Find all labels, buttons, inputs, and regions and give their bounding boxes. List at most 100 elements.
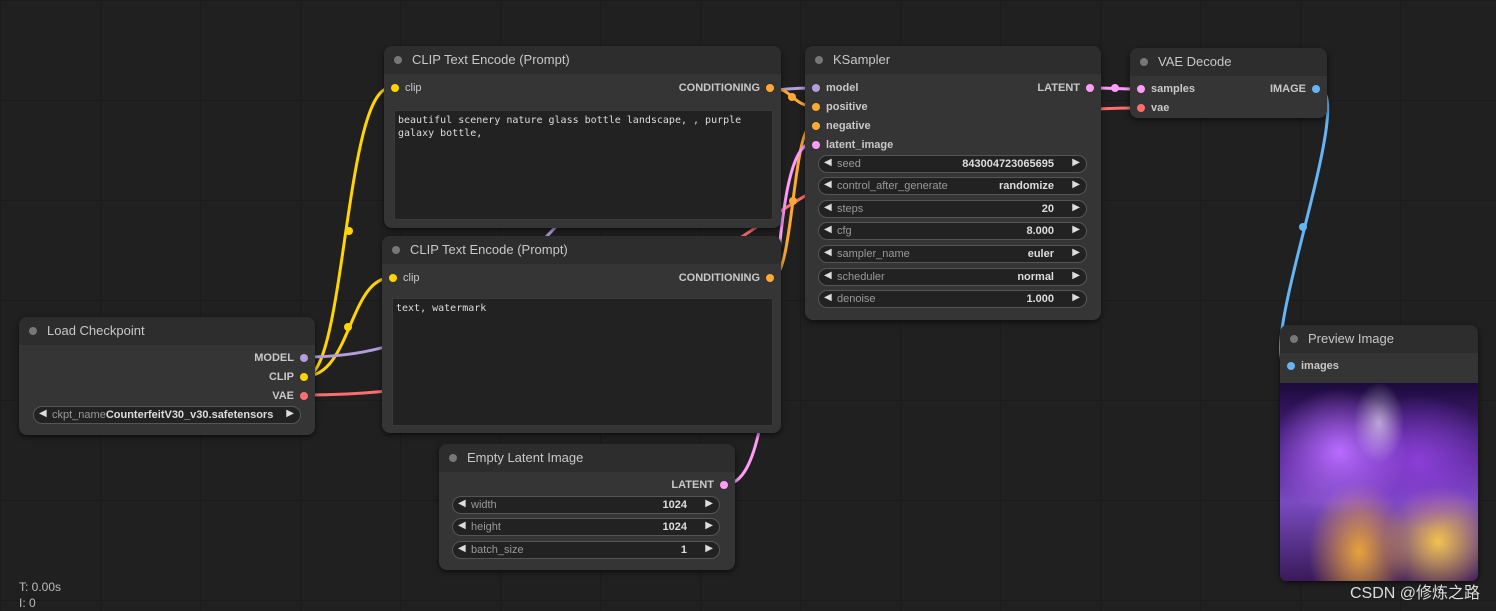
output-slot-latent[interactable]: LATENT xyxy=(671,476,728,494)
input-slot-clip[interactable]: clip xyxy=(389,269,420,287)
widget-ckpt-name[interactable]: ◀ ckpt_nameCounterfeitV30_v30.safetensor… xyxy=(33,406,301,424)
clip-text-encode-positive-node[interactable]: CLIP Text Encode (Prompt) clip CONDITION… xyxy=(384,46,781,228)
increment-arrow-icon[interactable]: ▶ xyxy=(286,408,294,419)
prompt-textarea[interactable]: beautiful scenery nature glass bottle la… xyxy=(394,110,773,220)
output-pin-icon[interactable] xyxy=(300,354,308,362)
node-title[interactable]: Preview Image xyxy=(1280,325,1478,353)
preview-image-node[interactable]: Preview Image images xyxy=(1280,325,1478,581)
collapse-dot-icon[interactable] xyxy=(392,246,400,254)
input-slot-negative[interactable]: negative xyxy=(812,117,871,135)
input-pin-icon[interactable] xyxy=(812,84,820,92)
increment-arrow-icon[interactable]: ▶ xyxy=(1072,202,1080,213)
output-pin-icon[interactable] xyxy=(766,84,774,92)
collapse-dot-icon[interactable] xyxy=(394,56,402,64)
widget-label: denoise xyxy=(837,293,876,305)
clip-text-encode-negative-node[interactable]: CLIP Text Encode (Prompt) clip CONDITION… xyxy=(382,236,781,433)
input-slot-vae[interactable]: vae xyxy=(1137,99,1169,117)
increment-arrow-icon[interactable]: ▶ xyxy=(705,543,713,554)
decrement-arrow-icon[interactable]: ◀ xyxy=(824,179,832,190)
collapse-dot-icon[interactable] xyxy=(29,327,37,335)
widget-value: 8.000 xyxy=(1026,225,1054,237)
input-slot-positive[interactable]: positive xyxy=(812,98,868,116)
prompt-textarea[interactable]: text, watermark xyxy=(392,298,773,426)
node-title[interactable]: Load Checkpoint xyxy=(19,317,315,345)
decrement-arrow-icon[interactable]: ◀ xyxy=(824,247,832,258)
decrement-arrow-icon[interactable]: ◀ xyxy=(824,224,832,235)
decrement-arrow-icon[interactable]: ◀ xyxy=(39,408,47,419)
increment-arrow-icon[interactable]: ▶ xyxy=(1072,247,1080,258)
increment-arrow-icon[interactable]: ▶ xyxy=(1072,292,1080,303)
node-title[interactable]: VAE Decode xyxy=(1130,48,1327,76)
vae-decode-node[interactable]: VAE Decode samples IMAGE vae xyxy=(1130,48,1327,118)
node-title[interactable]: CLIP Text Encode (Prompt) xyxy=(382,236,781,264)
output-pin-icon[interactable] xyxy=(720,481,728,489)
output-slot-image[interactable]: IMAGE xyxy=(1270,80,1320,98)
increment-arrow-icon[interactable]: ▶ xyxy=(705,520,713,531)
node-title[interactable]: KSampler xyxy=(805,46,1101,74)
decrement-arrow-icon[interactable]: ◀ xyxy=(824,292,832,303)
increment-arrow-icon[interactable]: ▶ xyxy=(1072,179,1080,190)
ksampler-node[interactable]: KSampler model LATENT positive negative … xyxy=(805,46,1101,320)
decrement-arrow-icon[interactable]: ◀ xyxy=(824,157,832,168)
widget-sampler-name[interactable]: ◀ sampler_name euler ▶ xyxy=(818,245,1087,263)
node-title[interactable]: CLIP Text Encode (Prompt) xyxy=(384,46,781,74)
output-pin-icon[interactable] xyxy=(766,274,774,282)
node-title[interactable]: Empty Latent Image xyxy=(439,444,735,472)
empty-latent-image-node[interactable]: Empty Latent Image LATENT ◀ width 1024 ▶ ◀ h… xyxy=(439,444,735,570)
decrement-arrow-icon[interactable]: ◀ xyxy=(458,498,466,509)
output-pin-icon[interactable] xyxy=(1086,84,1094,92)
increment-arrow-icon[interactable]: ▶ xyxy=(1072,157,1080,168)
widget-denoise[interactable]: ◀ denoise 1.000 ▶ xyxy=(818,290,1087,308)
decrement-arrow-icon[interactable]: ◀ xyxy=(824,270,832,281)
input-pin-icon[interactable] xyxy=(812,122,820,130)
widget-control-after-generate[interactable]: ◀ control_after_generate randomize ▶ xyxy=(818,177,1087,195)
increment-arrow-icon[interactable]: ▶ xyxy=(705,498,713,509)
collapse-dot-icon[interactable] xyxy=(1290,335,1298,343)
slot-label: CONDITIONING xyxy=(678,272,760,284)
node-title-text: Preview Image xyxy=(1308,331,1394,346)
increment-arrow-icon[interactable]: ▶ xyxy=(1072,224,1080,235)
input-pin-icon[interactable] xyxy=(1137,104,1145,112)
slot-label: positive xyxy=(826,101,868,113)
node-title-text: KSampler xyxy=(833,52,891,67)
generated-image-preview[interactable] xyxy=(1280,383,1478,581)
output-slot-vae[interactable]: VAE xyxy=(272,387,308,405)
widget-height[interactable]: ◀ height 1024 ▶ xyxy=(452,518,720,536)
output-pin-icon[interactable] xyxy=(300,373,308,381)
widget-batch-size[interactable]: ◀ batch_size 1 ▶ xyxy=(452,541,720,559)
decrement-arrow-icon[interactable]: ◀ xyxy=(824,202,832,213)
input-pin-icon[interactable] xyxy=(1137,85,1145,93)
collapse-dot-icon[interactable] xyxy=(815,56,823,64)
widget-label: seed xyxy=(837,158,861,170)
input-pin-icon[interactable] xyxy=(389,274,397,282)
input-slot-model[interactable]: model xyxy=(812,79,858,97)
input-slot-clip[interactable]: clip xyxy=(391,79,422,97)
increment-arrow-icon[interactable]: ▶ xyxy=(1072,270,1080,281)
input-pin-icon[interactable] xyxy=(812,141,820,149)
output-pin-icon[interactable] xyxy=(1312,85,1320,93)
collapse-dot-icon[interactable] xyxy=(449,454,457,462)
widget-width[interactable]: ◀ width 1024 ▶ xyxy=(452,496,720,514)
widget-seed[interactable]: ◀ seed 843004723065695 ▶ xyxy=(818,155,1087,173)
input-slot-samples[interactable]: samples xyxy=(1137,80,1195,98)
input-pin-icon[interactable] xyxy=(812,103,820,111)
output-pin-icon[interactable] xyxy=(300,392,308,400)
output-slot-clip[interactable]: CLIP xyxy=(269,368,308,386)
input-pin-icon[interactable] xyxy=(391,84,399,92)
input-slot-latent-image[interactable]: latent_image xyxy=(812,136,893,154)
output-slot-conditioning[interactable]: CONDITIONING xyxy=(679,79,774,97)
widget-cfg[interactable]: ◀ cfg 8.000 ▶ xyxy=(818,222,1087,240)
input-slot-images[interactable]: images xyxy=(1287,357,1339,375)
output-slot-model[interactable]: MODEL xyxy=(254,349,308,367)
widget-steps[interactable]: ◀ steps 20 ▶ xyxy=(818,200,1087,218)
widget-scheduler[interactable]: ◀ scheduler normal ▶ xyxy=(818,268,1087,286)
node-title-text: CLIP Text Encode (Prompt) xyxy=(412,52,570,67)
decrement-arrow-icon[interactable]: ◀ xyxy=(458,543,466,554)
load-checkpoint-node[interactable]: Load Checkpoint MODEL CLIP VAE ◀ ckpt_na… xyxy=(19,317,315,435)
slot-label: images xyxy=(1301,360,1339,372)
output-slot-conditioning[interactable]: CONDITIONING xyxy=(679,269,774,287)
input-pin-icon[interactable] xyxy=(1287,362,1295,370)
output-slot-latent[interactable]: LATENT xyxy=(1037,79,1094,97)
collapse-dot-icon[interactable] xyxy=(1140,58,1148,66)
decrement-arrow-icon[interactable]: ◀ xyxy=(458,520,466,531)
